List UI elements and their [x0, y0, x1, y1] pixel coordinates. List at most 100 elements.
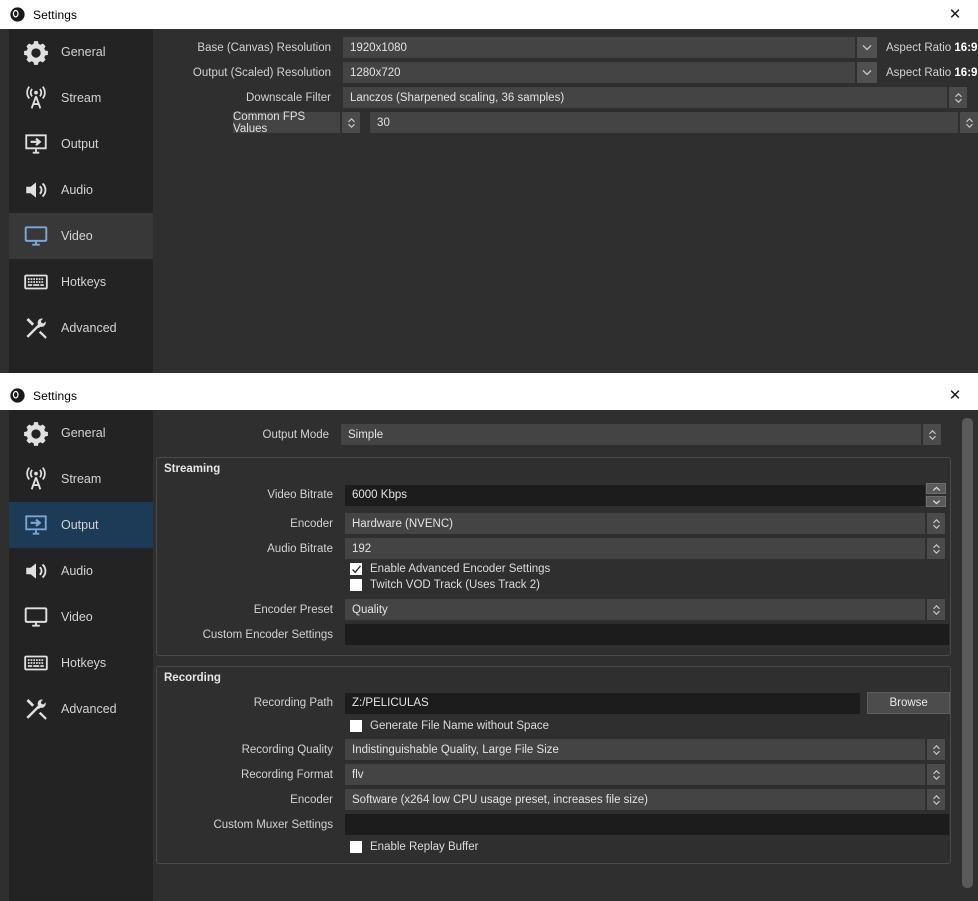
- custom-encoder-settings-label: Custom Encoder Settings: [157, 629, 345, 641]
- gear-icon: [21, 37, 51, 67]
- row-output-resolution: Output (Scaled) Resolution 1280x720 Aspe…: [153, 62, 978, 83]
- recording-group: Recording Recording Path Z:/PELICULAS Br…: [156, 666, 951, 864]
- window-title-output: Settings: [33, 389, 932, 403]
- speaker-icon: [21, 175, 51, 205]
- stream-encoder-spinner[interactable]: [927, 513, 945, 534]
- sidebar-label: Advanced: [61, 702, 117, 716]
- encoder-preset-spinner[interactable]: [927, 599, 945, 620]
- fps-type-spinner[interactable]: [342, 112, 360, 133]
- streaming-group: Streaming Video Bitrate 6000 Kbps Enc: [156, 457, 951, 656]
- row-encoder-preset: Encoder Preset Quality: [157, 599, 950, 620]
- sidebar-label: Stream: [61, 472, 101, 486]
- encoder-preset-label: Encoder Preset: [157, 604, 345, 616]
- recording-group-title: Recording: [157, 667, 950, 692]
- broadcast-icon: [21, 464, 51, 494]
- enable-replay-buffer-checkbox[interactable]: [350, 841, 362, 853]
- recording-encoder-spinner[interactable]: [927, 789, 945, 810]
- chevron-down-icon[interactable]: [857, 37, 877, 58]
- audio-bitrate-combo[interactable]: 192: [345, 538, 925, 559]
- output-mode-combo[interactable]: Simple: [341, 424, 921, 445]
- downscale-filter-combo[interactable]: Lanczos (Sharpened scaling, 36 samples): [343, 87, 947, 108]
- sidebar-item-video[interactable]: Video: [9, 213, 153, 259]
- twitch-vod-track-checkbox[interactable]: [350, 579, 362, 591]
- vertical-scrollbar[interactable]: [962, 416, 973, 897]
- sidebar-item-hotkeys[interactable]: Hotkeys: [9, 640, 153, 686]
- row-output-mode: Output Mode Simple: [153, 424, 978, 445]
- sidebar-item-advanced[interactable]: Advanced: [9, 305, 153, 351]
- video-bitrate-spinner[interactable]: [926, 483, 946, 507]
- recording-quality-combo[interactable]: Indistinguishable Quality, Large File Si…: [345, 739, 925, 760]
- advanced-encoder-settings-checkbox[interactable]: [350, 563, 362, 575]
- advanced-encoder-settings-label: Enable Advanced Encoder Settings: [370, 563, 550, 575]
- close-icon[interactable]: ✕: [932, 0, 978, 29]
- sidebar-item-hotkeys[interactable]: Hotkeys: [9, 259, 153, 305]
- output-icon: [21, 510, 51, 540]
- output-aspect-ratio: Aspect Ratio 16:9: [886, 67, 977, 79]
- fps-type-combo[interactable]: Common FPS Values: [233, 112, 340, 133]
- fps-value-spinner[interactable]: [960, 112, 978, 133]
- recording-encoder-combo[interactable]: Software (x264 low CPU usage preset, inc…: [345, 789, 925, 810]
- sidebar-item-output[interactable]: Output: [9, 121, 153, 167]
- sidebar-item-audio[interactable]: Audio: [9, 167, 153, 213]
- stream-encoder-label: Encoder: [157, 518, 345, 530]
- custom-encoder-settings-input[interactable]: [345, 624, 949, 645]
- spinner-down-button[interactable]: [926, 496, 946, 507]
- generate-file-name-checkbox[interactable]: [350, 720, 362, 732]
- scrollbar-thumb[interactable]: [962, 418, 973, 888]
- output-mode-spinner[interactable]: [923, 424, 941, 445]
- custom-muxer-settings-input[interactable]: [345, 814, 949, 835]
- recording-path-input[interactable]: Z:/PELICULAS: [345, 693, 860, 714]
- row-recording-quality: Recording Quality Indistinguishable Qual…: [157, 739, 950, 760]
- fps-value-field[interactable]: 30: [370, 112, 958, 133]
- encoder-preset-combo[interactable]: Quality: [345, 599, 925, 620]
- recording-format-spinner[interactable]: [927, 764, 945, 785]
- stream-encoder-combo[interactable]: Hardware (NVENC): [345, 513, 925, 534]
- sidebar-label: Output: [61, 137, 99, 151]
- recording-encoder-label: Encoder: [157, 794, 345, 806]
- output-resolution-combo[interactable]: 1280x720: [343, 62, 855, 83]
- output-icon: [21, 129, 51, 159]
- video-bitrate-label: Video Bitrate: [157, 489, 345, 501]
- output-settings-pane: Output Mode Simple Streaming Video Bitra…: [153, 410, 978, 901]
- browse-button[interactable]: Browse: [867, 692, 950, 714]
- obs-logo-icon: [10, 388, 25, 403]
- enable-replay-buffer-label: Enable Replay Buffer: [370, 841, 478, 853]
- row-generate-file-name: Generate File Name without Space: [157, 720, 950, 732]
- chevron-down-icon[interactable]: [857, 62, 877, 83]
- gear-icon: [21, 418, 51, 448]
- titlebar-output: Settings ✕: [0, 373, 978, 410]
- sidebar-video: General Stream: [9, 29, 153, 373]
- recording-format-combo[interactable]: flv: [345, 764, 925, 785]
- close-icon[interactable]: ✕: [932, 381, 978, 410]
- sidebar-item-advanced[interactable]: Advanced: [9, 686, 153, 732]
- sidebar-item-output[interactable]: Output: [9, 502, 153, 548]
- video-bitrate-input[interactable]: 6000 Kbps: [345, 485, 925, 506]
- row-recording-path: Recording Path Z:/PELICULAS Browse: [157, 692, 950, 714]
- sidebar-item-stream[interactable]: Stream: [9, 456, 153, 502]
- sidebar-item-stream[interactable]: Stream: [9, 75, 153, 121]
- broadcast-icon: [21, 83, 51, 113]
- video-settings-pane: Base (Canvas) Resolution 1920x1080 Aspec…: [153, 29, 978, 373]
- output-aspect-value: 16:9: [954, 67, 977, 79]
- sidebar-item-video[interactable]: Video: [9, 594, 153, 640]
- recording-format-label: Recording Format: [157, 769, 345, 781]
- base-aspect-ratio: Aspect Ratio 16:9: [886, 42, 977, 54]
- row-enable-replay-buffer: Enable Replay Buffer: [157, 841, 950, 853]
- sidebar-label: Hotkeys: [61, 656, 106, 670]
- sidebar-item-general[interactable]: General: [9, 410, 153, 456]
- downscale-filter-spinner[interactable]: [949, 87, 967, 108]
- sidebar-label: Hotkeys: [61, 275, 106, 289]
- sidebar-label: Audio: [61, 564, 93, 578]
- sidebar-label: Output: [61, 518, 99, 532]
- row-custom-muxer-settings: Custom Muxer Settings: [157, 814, 950, 835]
- streaming-group-title: Streaming: [157, 458, 950, 483]
- monitor-icon: [21, 602, 51, 632]
- sidebar-label: General: [61, 45, 105, 59]
- obs-logo-icon: [10, 7, 25, 22]
- audio-bitrate-spinner[interactable]: [927, 538, 945, 559]
- sidebar-item-general[interactable]: General: [9, 29, 153, 75]
- recording-quality-spinner[interactable]: [927, 739, 945, 760]
- spinner-up-button[interactable]: [926, 483, 946, 494]
- base-resolution-combo[interactable]: 1920x1080: [343, 37, 855, 58]
- sidebar-item-audio[interactable]: Audio: [9, 548, 153, 594]
